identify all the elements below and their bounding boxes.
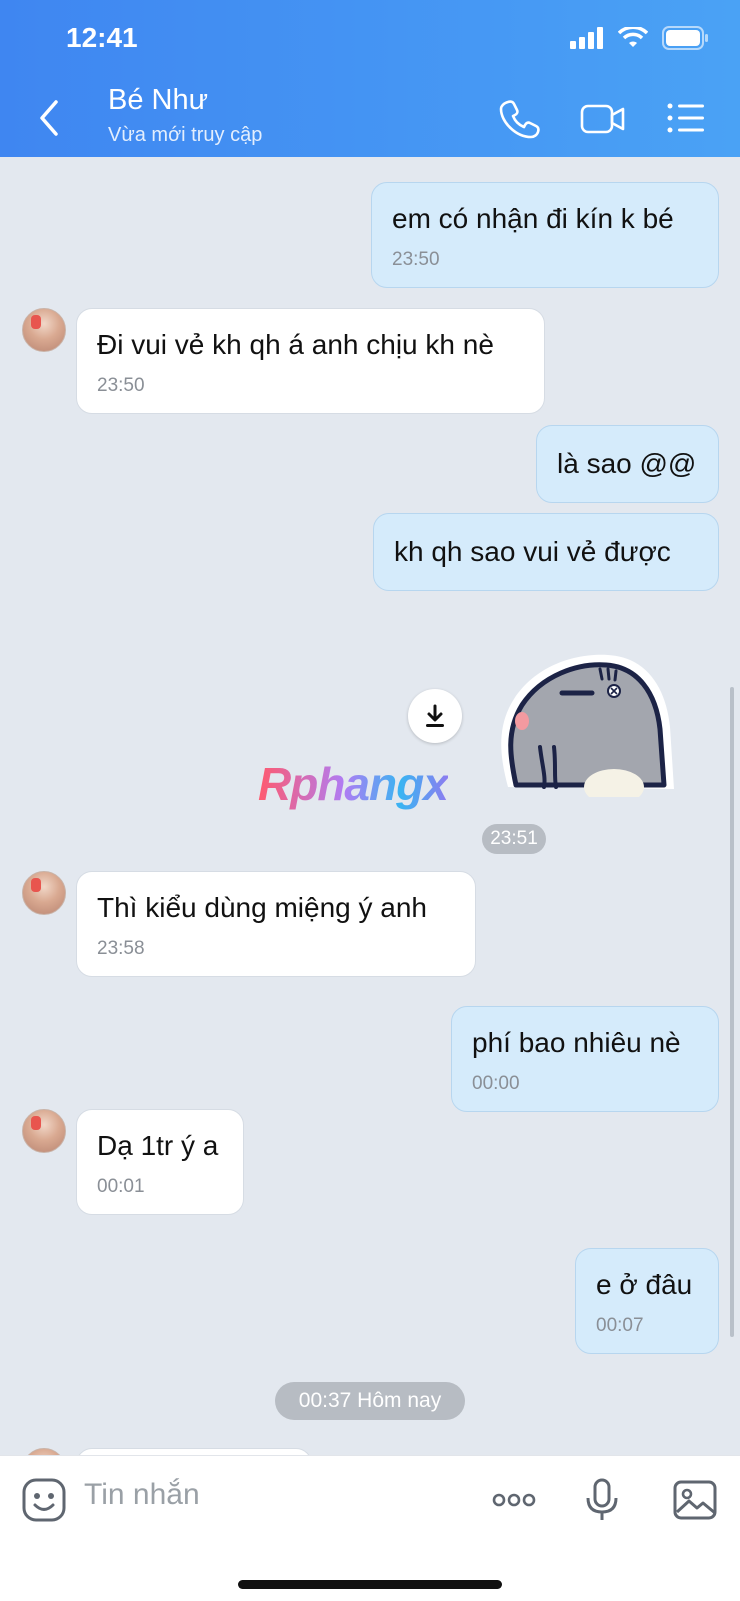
message-bubble-outgoing[interactable]: là sao @@ <box>536 425 719 503</box>
list-menu-icon[interactable] <box>664 96 708 140</box>
download-button[interactable] <box>408 689 462 743</box>
message-text: Dạ 1tr ý a <box>97 1130 219 1161</box>
date-divider: 00:37 Hôm nay <box>275 1382 465 1420</box>
image-icon[interactable] <box>671 1476 719 1524</box>
message-text: em có nhận đi kín k bé <box>392 203 674 234</box>
avatar[interactable] <box>22 308 66 352</box>
avatar[interactable] <box>22 1109 66 1153</box>
message-time: 00:00 <box>472 1073 520 1094</box>
message-text: Đi vui vẻ kh qh á anh chịu kh nè <box>97 329 494 360</box>
grey-seal-sticker[interactable] <box>496 647 682 797</box>
message-text: kh qh sao vui vẻ được <box>394 536 671 567</box>
message-bubble-outgoing[interactable]: phí bao nhiêu nè 00:00 <box>451 1006 719 1112</box>
battery-icon <box>662 26 708 50</box>
wifi-icon <box>618 27 648 47</box>
message-input-bar: Tin nhắn <box>0 1455 740 1601</box>
signal-icon <box>570 27 603 49</box>
message-text: Thì kiểu dùng miệng ý anh <box>97 892 427 923</box>
status-icons <box>570 26 710 50</box>
watermark-logo: Rphangx <box>258 758 449 810</box>
message-bubble-outgoing[interactable]: kh qh sao vui vẻ được <box>373 513 719 591</box>
contact-status: Vừa mới truy cập <box>108 124 263 146</box>
download-icon <box>426 704 444 727</box>
message-time: 23:58 <box>97 938 145 959</box>
chat-header: 12:41 Bé Như Vừa mới truy cập <box>0 0 740 157</box>
home-indicator <box>238 1580 502 1589</box>
avatar[interactable] <box>22 871 66 915</box>
message-time: 23:50 <box>392 249 440 270</box>
message-bubble-outgoing[interactable]: em có nhận đi kín k bé 23:50 <box>371 182 719 288</box>
microphone-icon[interactable] <box>578 1476 626 1524</box>
message-text: phí bao nhiêu nè <box>472 1027 681 1058</box>
status-time: 12:41 <box>66 22 138 53</box>
message-bubble-incoming[interactable]: Dạ 1tr ý a 00:01 <box>76 1109 244 1215</box>
message-input[interactable]: Tin nhắn <box>84 1478 200 1512</box>
message-list[interactable]: em có nhận đi kín k bé 23:50 Đi vui vẻ k… <box>0 157 740 1455</box>
message-bubble-outgoing[interactable]: e ở đâu 00:07 <box>575 1248 719 1354</box>
emoji-icon[interactable] <box>20 1476 68 1524</box>
message-text: là sao @@ <box>557 448 697 479</box>
more-dots-icon[interactable] <box>490 1476 538 1524</box>
avatar[interactable] <box>22 1448 66 1455</box>
phone-icon[interactable] <box>498 96 542 140</box>
message-bubble-incoming[interactable]: Đi vui vẻ kh qh á anh chịu kh nè 23:50 <box>76 308 545 414</box>
contact-name[interactable]: Bé Như <box>108 84 208 117</box>
message-text: e ở đâu <box>596 1269 693 1300</box>
message-bubble-incoming[interactable]: Thì kiểu dùng miệng ý anh 23:58 <box>76 871 476 977</box>
scrollbar[interactable] <box>730 687 734 1337</box>
sticker-time-badge: 23:51 <box>482 824 546 854</box>
video-camera-icon[interactable] <box>580 96 626 140</box>
message-bubble-incoming[interactable] <box>76 1448 312 1455</box>
message-time: 23:50 <box>97 375 145 396</box>
chevron-left-icon[interactable] <box>30 96 70 140</box>
message-time: 00:01 <box>97 1176 145 1197</box>
message-time: 00:07 <box>596 1315 644 1336</box>
